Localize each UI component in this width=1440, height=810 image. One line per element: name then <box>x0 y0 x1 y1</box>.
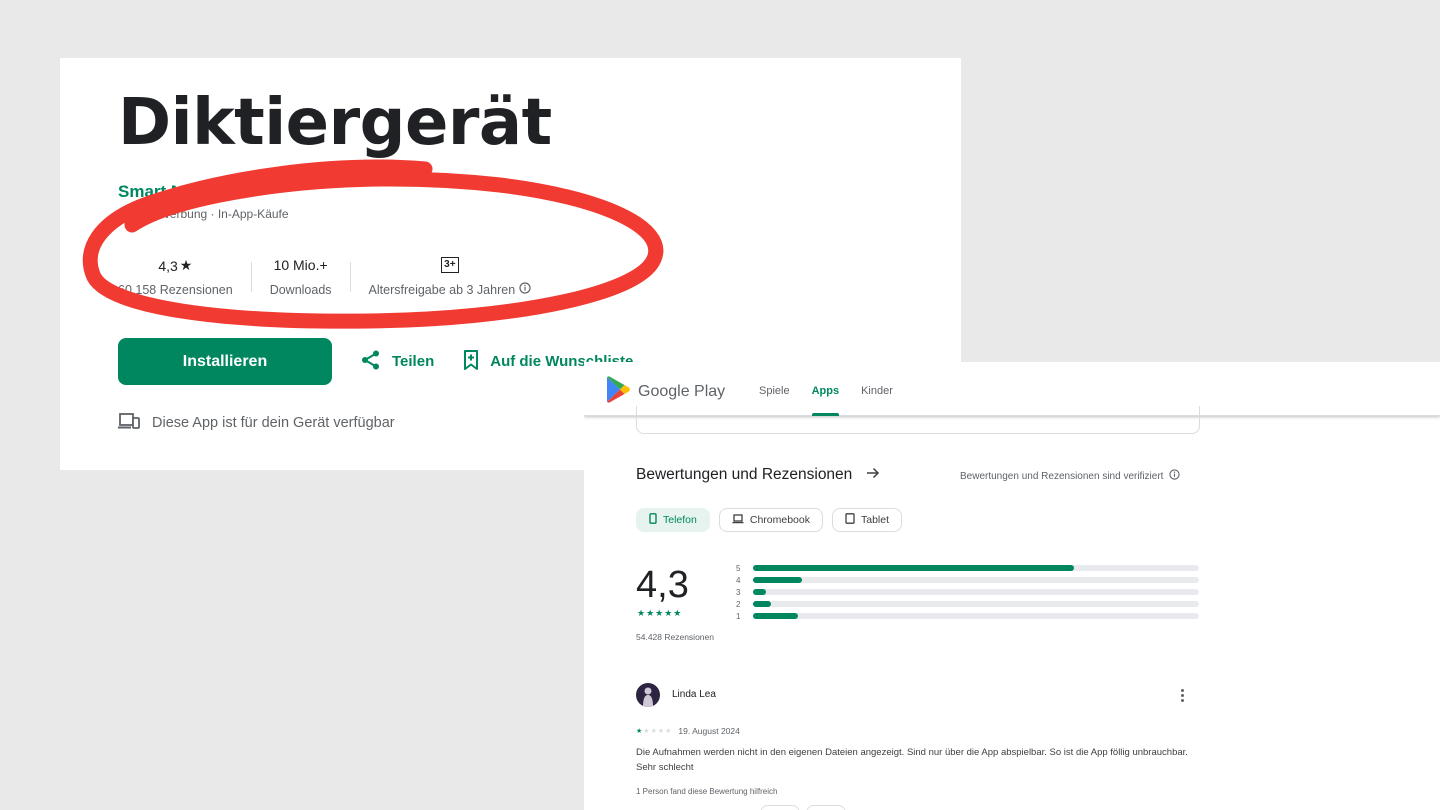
star-empty-icon: ★ <box>650 728 658 735</box>
info-icon[interactable] <box>519 282 531 297</box>
more-options-icon[interactable] <box>1176 686 1188 704</box>
share-button[interactable]: Teilen <box>360 349 434 375</box>
install-button[interactable]: Installieren <box>118 338 332 385</box>
google-play-logo[interactable]: Google Play <box>606 376 725 408</box>
rating-stat: 4,3 ★ 60.158 Rezensionen <box>118 254 233 300</box>
helpful-no-button[interactable] <box>806 805 846 810</box>
google-play-wordmark: Google Play <box>638 383 726 400</box>
histogram-row: 4 <box>736 574 1200 586</box>
age-rating-badge: 3+ <box>441 257 459 273</box>
helpful-yes-button[interactable] <box>760 805 800 810</box>
review-date: 19. August 2024 <box>678 726 740 736</box>
bookmark-add-icon <box>462 349 480 375</box>
histogram-label: 2 <box>736 599 741 609</box>
star-icon: ★ <box>179 257 193 273</box>
verified-note: Bewertungen und Rezensionen sind verifiz… <box>960 469 1181 483</box>
chip-phone[interactable]: Telefon <box>636 508 710 532</box>
divider <box>349 262 351 292</box>
histogram-track <box>753 613 1199 619</box>
histogram-track <box>753 565 1199 571</box>
device-note-text: Diese App ist für dein Gerät verfügbar <box>152 415 395 431</box>
histogram-label: 5 <box>736 563 741 573</box>
histogram-label: 4 <box>736 575 741 585</box>
rating-value: 4,3 <box>158 257 178 274</box>
histogram-row: 1 <box>736 610 1200 622</box>
age-rating-label: Altersfreigabe ab 3 Jahren <box>368 282 516 297</box>
chip-label: Tablet <box>860 514 890 526</box>
downloads-label: Downloads <box>269 283 332 297</box>
arrow-right-icon[interactable] <box>866 466 880 484</box>
in-app-purchases-note: Enthält Werbung · In-App-Käufe <box>118 207 289 221</box>
app-title: Diktiergerät <box>118 86 552 160</box>
rating-histogram: 5 4 3 2 1 <box>736 562 1200 622</box>
rating-count-label: 60.158 Rezensionen <box>118 283 233 297</box>
histogram-track <box>753 601 1199 607</box>
histogram-row: 3 <box>736 586 1200 598</box>
average-rating: 4,3 <box>636 564 689 606</box>
reviewer-name: Linda Lea <box>672 689 716 700</box>
share-icon <box>360 349 382 375</box>
rating-stars: ★★★★★ <box>637 608 683 618</box>
review-text: Die Aufnahmen werden nicht in den eigene… <box>636 747 1188 773</box>
action-row: Installieren Teilen Auf die Wunschliste <box>118 338 633 385</box>
developer-link[interactable]: Smart Mobi <box>118 182 211 202</box>
chip-chromebook[interactable]: Chromebook <box>718 508 823 532</box>
chip-tablet[interactable]: Tablet <box>831 508 903 532</box>
info-icon[interactable] <box>1169 469 1181 483</box>
histogram-bar <box>753 565 1075 571</box>
previous-section-box <box>636 406 1200 434</box>
downloads-value: 10 Mio.+ <box>273 257 328 273</box>
review-meta: ★★★★★ 19. August 2024 <box>636 726 740 736</box>
histogram-bar <box>753 601 771 607</box>
chip-label: Chromebook <box>749 514 810 526</box>
downloads-stat: 10 Mio.+ Downloads <box>270 254 332 300</box>
star-empty-icon: ★ <box>665 728 673 735</box>
histogram-track <box>753 589 1199 595</box>
phone-icon <box>649 513 657 527</box>
share-label: Teilen <box>392 353 435 370</box>
helpful-count: 1 Person fand diese Bewertung hilfreich <box>636 787 778 796</box>
laptop-icon <box>732 513 744 527</box>
play-triangle-icon <box>606 376 630 408</box>
devices-icon <box>118 412 140 434</box>
histogram-row: 5 <box>736 562 1200 574</box>
star-empty-icon: ★ <box>643 728 651 735</box>
review-stars: ★★★★★ <box>636 727 672 735</box>
histogram-row: 2 <box>736 598 1200 610</box>
age-rating-stat: 3+ Altersfreigabe ab 3 Jahren <box>369 254 532 300</box>
device-availability-note: Diese App ist für dein Gerät verfügbar <box>118 412 395 434</box>
histogram-bar <box>753 589 767 595</box>
ratings-section-header[interactable]: Bewertungen und Rezensionen <box>636 466 880 484</box>
avatar <box>636 683 660 707</box>
histogram-track <box>753 577 1199 583</box>
verified-note-text: Bewertungen und Rezensionen sind verifiz… <box>960 470 1164 482</box>
section-title: Bewertungen und Rezensionen <box>636 466 853 483</box>
review-count: 54.428 Rezensionen <box>636 632 714 642</box>
histogram-bar <box>753 613 798 619</box>
histogram-bar <box>753 577 803 583</box>
tablet-icon <box>845 513 855 527</box>
device-filter-chips: Telefon Chromebook Tablet <box>636 508 903 532</box>
histogram-label: 1 <box>736 611 741 621</box>
app-stats: 4,3 ★ 60.158 Rezensionen 10 Mio.+ Downlo… <box>118 254 531 300</box>
chip-label: Telefon <box>663 514 697 526</box>
histogram-label: 3 <box>736 587 741 597</box>
divider <box>250 262 252 292</box>
google-play-reviews-card: Google Play Spiele Apps Kinder Bewertung… <box>584 362 1440 810</box>
